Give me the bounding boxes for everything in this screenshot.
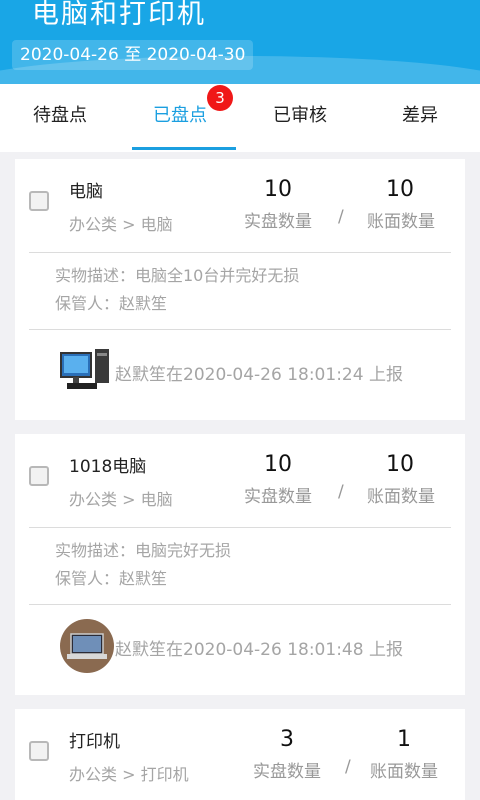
divider (29, 604, 451, 605)
item-checkbox[interactable] (29, 466, 49, 486)
actual-count-label: 实盘数量 (244, 487, 312, 507)
book-count: 1 (397, 727, 411, 752)
book-count-label: 账面数量 (367, 212, 435, 232)
tab-bar: 待盘点 已盘点 已审核 差异 (0, 84, 480, 152)
item-name: 1018电脑 (69, 457, 147, 477)
laptop-photo[interactable] (59, 618, 115, 674)
item-name: 打印机 (69, 732, 120, 752)
item-description: 实物描述：电脑完好无损 (55, 541, 232, 560)
actual-count: 10 (264, 177, 292, 202)
date-range: 2020-04-26 至 2020-04-30 (12, 40, 254, 70)
item-custodian: 保管人：赵默笙 (55, 569, 168, 588)
actual-count: 10 (264, 452, 292, 477)
item-category: 办公类 > 电脑 (69, 215, 173, 234)
item-name: 电脑 (69, 182, 103, 202)
divider (29, 329, 451, 330)
report-info: 赵默笙在2020-04-26 18:01:24 上报 (115, 365, 403, 385)
book-count: 10 (386, 452, 414, 477)
tab-difference[interactable]: 差异 (360, 84, 480, 152)
computer-photo[interactable] (59, 343, 115, 399)
book-count-label: 账面数量 (367, 487, 435, 507)
counted-count-badge: 3 (207, 85, 233, 111)
item-custodian: 保管人：赵默笙 (55, 294, 168, 313)
actual-count: 3 (280, 727, 294, 752)
actual-count-label: 实盘数量 (244, 212, 312, 232)
item-checkbox[interactable] (29, 741, 49, 761)
header: 电脑和打印机 2020-04-26 至 2020-04-30 (0, 0, 480, 84)
book-count-label: 账面数量 (370, 762, 438, 782)
count-separator: / (338, 482, 344, 502)
tab-pending[interactable]: 待盘点 (0, 84, 120, 152)
list-item[interactable]: 1018电脑 办公类 > 电脑 10 实盘数量 / 10 账面数量 实物描述：电… (15, 434, 465, 695)
tab-audited[interactable]: 已审核 (240, 84, 360, 152)
page-title: 电脑和打印机 (32, 0, 206, 30)
count-separator: / (338, 207, 344, 227)
item-checkbox[interactable] (29, 191, 49, 211)
list-item[interactable]: 打印机 办公类 > 打印机 3 实盘数量 / 1 账面数量 (15, 709, 465, 800)
divider (29, 527, 451, 528)
actual-count-label: 实盘数量 (253, 762, 321, 782)
list-item[interactable]: 电脑 办公类 > 电脑 10 实盘数量 / 10 账面数量 实物描述：电脑全10… (15, 159, 465, 420)
item-category: 办公类 > 电脑 (69, 490, 173, 509)
report-info: 赵默笙在2020-04-26 18:01:48 上报 (115, 640, 403, 660)
book-count: 10 (386, 177, 414, 202)
divider (29, 252, 451, 253)
item-category: 办公类 > 打印机 (69, 765, 189, 784)
item-description: 实物描述：电脑全10台并完好无损 (55, 266, 300, 285)
